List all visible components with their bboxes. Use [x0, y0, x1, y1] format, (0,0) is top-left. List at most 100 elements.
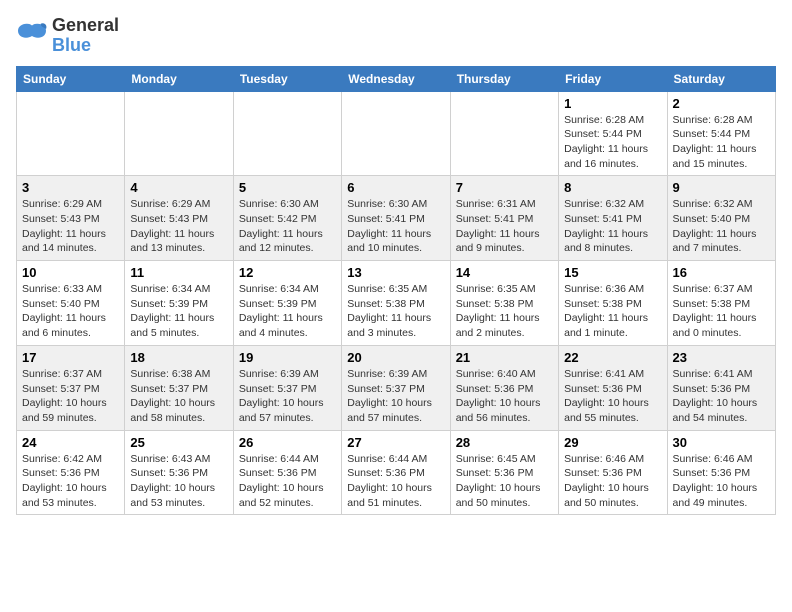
day-number: 8 [564, 180, 661, 195]
day-info: Sunrise: 6:30 AM Sunset: 5:42 PM Dayligh… [239, 197, 336, 256]
day-info: Sunrise: 6:44 AM Sunset: 5:36 PM Dayligh… [239, 452, 336, 511]
weekday-header: Monday [125, 66, 233, 91]
calendar-cell: 3 Sunrise: 6:29 AM Sunset: 5:43 PM Daylig… [17, 176, 125, 261]
day-info: Sunrise: 6:29 AM Sunset: 5:43 PM Dayligh… [130, 197, 227, 256]
weekday-row: SundayMondayTuesdayWednesdayThursdayFrid… [17, 66, 776, 91]
calendar-cell [450, 91, 558, 176]
calendar-cell: 1 Sunrise: 6:28 AM Sunset: 5:44 PM Daylig… [559, 91, 667, 176]
calendar-cell: 22 Sunrise: 6:41 AM Sunset: 5:36 PM Dayli… [559, 345, 667, 430]
day-number: 18 [130, 350, 227, 365]
day-info: Sunrise: 6:30 AM Sunset: 5:41 PM Dayligh… [347, 197, 444, 256]
calendar-cell: 30 Sunrise: 6:46 AM Sunset: 5:36 PM Dayli… [667, 430, 775, 515]
day-number: 24 [22, 435, 119, 450]
day-number: 19 [239, 350, 336, 365]
day-number: 3 [22, 180, 119, 195]
calendar-cell: 17 Sunrise: 6:37 AM Sunset: 5:37 PM Dayli… [17, 345, 125, 430]
calendar-cell: 21 Sunrise: 6:40 AM Sunset: 5:36 PM Dayli… [450, 345, 558, 430]
calendar-week-row: 10 Sunrise: 6:33 AM Sunset: 5:40 PM Dayli… [17, 261, 776, 346]
calendar-cell: 7Sunrise: 6:31 AM Sunset: 5:41 PM Daylig… [450, 176, 558, 261]
weekday-header: Thursday [450, 66, 558, 91]
logo-icon [16, 22, 48, 50]
calendar-cell: 13 Sunrise: 6:35 AM Sunset: 5:38 PM Dayli… [342, 261, 450, 346]
day-number: 21 [456, 350, 553, 365]
day-number: 22 [564, 350, 661, 365]
calendar-cell: 2 Sunrise: 6:28 AM Sunset: 5:44 PM Daylig… [667, 91, 775, 176]
day-info: Sunrise: 6:32 AM Sunset: 5:41 PM Dayligh… [564, 197, 661, 256]
day-info: Sunrise: 6:36 AM Sunset: 5:38 PM Dayligh… [564, 282, 661, 341]
day-number: 13 [347, 265, 444, 280]
day-number: 16 [673, 265, 770, 280]
calendar-cell: 29Sunrise: 6:46 AM Sunset: 5:36 PM Dayli… [559, 430, 667, 515]
calendar-cell: 23 Sunrise: 6:41 AM Sunset: 5:36 PM Dayli… [667, 345, 775, 430]
day-info: Sunrise: 6:37 AM Sunset: 5:38 PM Dayligh… [673, 282, 770, 341]
calendar-week-row: 24Sunrise: 6:42 AM Sunset: 5:36 PM Dayli… [17, 430, 776, 515]
day-number: 4 [130, 180, 227, 195]
day-info: Sunrise: 6:32 AM Sunset: 5:40 PM Dayligh… [673, 197, 770, 256]
calendar-cell: 11 Sunrise: 6:34 AM Sunset: 5:39 PM Dayli… [125, 261, 233, 346]
day-info: Sunrise: 6:35 AM Sunset: 5:38 PM Dayligh… [456, 282, 553, 341]
calendar-cell [17, 91, 125, 176]
weekday-header: Wednesday [342, 66, 450, 91]
calendar-cell: 10 Sunrise: 6:33 AM Sunset: 5:40 PM Dayli… [17, 261, 125, 346]
day-number: 1 [564, 96, 661, 111]
calendar-week-row: 17 Sunrise: 6:37 AM Sunset: 5:37 PM Dayli… [17, 345, 776, 430]
day-info: Sunrise: 6:34 AM Sunset: 5:39 PM Dayligh… [130, 282, 227, 341]
day-info: Sunrise: 6:34 AM Sunset: 5:39 PM Dayligh… [239, 282, 336, 341]
day-number: 20 [347, 350, 444, 365]
day-number: 15 [564, 265, 661, 280]
calendar-cell [233, 91, 341, 176]
day-info: Sunrise: 6:39 AM Sunset: 5:37 PM Dayligh… [347, 367, 444, 426]
day-info: Sunrise: 6:29 AM Sunset: 5:43 PM Dayligh… [22, 197, 119, 256]
day-info: Sunrise: 6:43 AM Sunset: 5:36 PM Dayligh… [130, 452, 227, 511]
calendar-cell: 14 Sunrise: 6:35 AM Sunset: 5:38 PM Dayli… [450, 261, 558, 346]
day-info: Sunrise: 6:39 AM Sunset: 5:37 PM Dayligh… [239, 367, 336, 426]
calendar-cell: 16 Sunrise: 6:37 AM Sunset: 5:38 PM Dayli… [667, 261, 775, 346]
day-info: Sunrise: 6:40 AM Sunset: 5:36 PM Dayligh… [456, 367, 553, 426]
day-number: 23 [673, 350, 770, 365]
calendar-cell: 12 Sunrise: 6:34 AM Sunset: 5:39 PM Dayli… [233, 261, 341, 346]
day-info: Sunrise: 6:35 AM Sunset: 5:38 PM Dayligh… [347, 282, 444, 341]
calendar-cell: 28Sunrise: 6:45 AM Sunset: 5:36 PM Dayli… [450, 430, 558, 515]
day-number: 5 [239, 180, 336, 195]
weekday-header: Tuesday [233, 66, 341, 91]
calendar-cell: 15 Sunrise: 6:36 AM Sunset: 5:38 PM Dayli… [559, 261, 667, 346]
page-header: General Blue [16, 16, 776, 56]
calendar-header: SundayMondayTuesdayWednesdayThursdayFrid… [17, 66, 776, 91]
calendar-cell: 18 Sunrise: 6:38 AM Sunset: 5:37 PM Dayli… [125, 345, 233, 430]
day-info: Sunrise: 6:41 AM Sunset: 5:36 PM Dayligh… [564, 367, 661, 426]
calendar-cell: 9 Sunrise: 6:32 AM Sunset: 5:40 PM Daylig… [667, 176, 775, 261]
day-number: 17 [22, 350, 119, 365]
weekday-header: Sunday [17, 66, 125, 91]
day-number: 2 [673, 96, 770, 111]
day-info: Sunrise: 6:38 AM Sunset: 5:37 PM Dayligh… [130, 367, 227, 426]
day-info: Sunrise: 6:45 AM Sunset: 5:36 PM Dayligh… [456, 452, 553, 511]
calendar-cell: 5 Sunrise: 6:30 AM Sunset: 5:42 PM Daylig… [233, 176, 341, 261]
day-info: Sunrise: 6:28 AM Sunset: 5:44 PM Dayligh… [564, 113, 661, 172]
day-number: 7 [456, 180, 553, 195]
calendar-cell: 25 Sunrise: 6:43 AM Sunset: 5:36 PM Dayli… [125, 430, 233, 515]
day-number: 6 [347, 180, 444, 195]
day-number: 27 [347, 435, 444, 450]
day-number: 25 [130, 435, 227, 450]
day-number: 11 [130, 265, 227, 280]
day-info: Sunrise: 6:28 AM Sunset: 5:44 PM Dayligh… [673, 113, 770, 172]
day-number: 9 [673, 180, 770, 195]
calendar-cell: 19 Sunrise: 6:39 AM Sunset: 5:37 PM Dayli… [233, 345, 341, 430]
logo: General Blue [16, 16, 119, 56]
weekday-header: Friday [559, 66, 667, 91]
day-number: 30 [673, 435, 770, 450]
day-info: Sunrise: 6:44 AM Sunset: 5:36 PM Dayligh… [347, 452, 444, 511]
calendar-cell: 24Sunrise: 6:42 AM Sunset: 5:36 PM Dayli… [17, 430, 125, 515]
day-number: 14 [456, 265, 553, 280]
day-info: Sunrise: 6:37 AM Sunset: 5:37 PM Dayligh… [22, 367, 119, 426]
calendar-cell: 6 Sunrise: 6:30 AM Sunset: 5:41 PM Daylig… [342, 176, 450, 261]
day-number: 10 [22, 265, 119, 280]
day-info: Sunrise: 6:33 AM Sunset: 5:40 PM Dayligh… [22, 282, 119, 341]
calendar-cell [342, 91, 450, 176]
calendar-body: 1 Sunrise: 6:28 AM Sunset: 5:44 PM Daylig… [17, 91, 776, 515]
calendar-cell: 4 Sunrise: 6:29 AM Sunset: 5:43 PM Daylig… [125, 176, 233, 261]
day-number: 12 [239, 265, 336, 280]
calendar-cell: 27 Sunrise: 6:44 AM Sunset: 5:36 PM Dayli… [342, 430, 450, 515]
day-info: Sunrise: 6:46 AM Sunset: 5:36 PM Dayligh… [673, 452, 770, 511]
day-info: Sunrise: 6:41 AM Sunset: 5:36 PM Dayligh… [673, 367, 770, 426]
